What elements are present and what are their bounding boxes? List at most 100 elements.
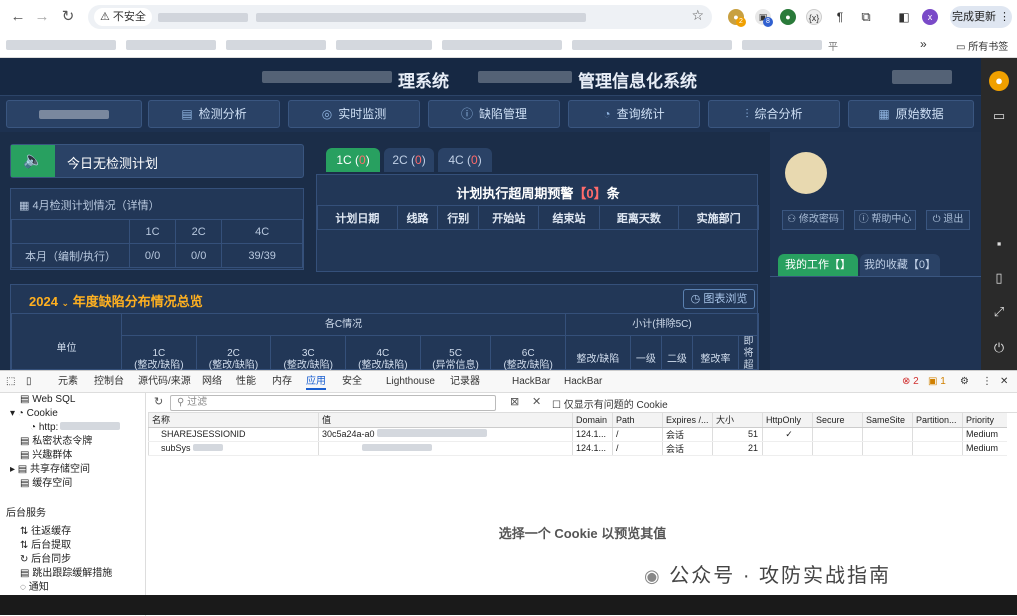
logout-button[interactable]: ⏻ 退出 [926, 210, 970, 230]
tab-hackbar[interactable]: HackBar [512, 374, 550, 390]
menu-label: 查询统计 [616, 107, 665, 121]
table-header[interactable]: Path [612, 413, 663, 428]
table-header[interactable]: Secure [812, 413, 863, 428]
menu-item-1[interactable]: ◎ 实时监测 [288, 100, 420, 128]
sidebar-item-bg-fetch[interactable]: ⇅ 后台提取 [20, 539, 71, 553]
security-chip[interactable]: ⚠ 不安全 [94, 8, 152, 26]
bookmark-item[interactable] [572, 40, 732, 50]
chat-icon[interactable]: ▪ [989, 234, 1009, 254]
clear-filtered-icon[interactable]: ⊠ [510, 395, 519, 408]
tab-lighthouse[interactable]: Lighthouse [386, 374, 435, 390]
year-selector[interactable]: 2024 ⌄ 年度缺陷分布情况总览 [29, 291, 203, 310]
pilcrow-icon[interactable]: ¶ [832, 9, 848, 25]
more-icon[interactable]: ⋮ [982, 374, 992, 390]
table-header[interactable]: HttpOnly [762, 413, 813, 428]
sidebar-item-bfcache[interactable]: ⇅ 往返缓存 [20, 525, 71, 539]
tab-memory[interactable]: 内存 [272, 374, 292, 390]
sidepanel-icon[interactable]: ◧ [896, 9, 912, 25]
tab-security[interactable]: 安全 [342, 374, 362, 390]
bookmark-item[interactable]: 平 [828, 38, 838, 53]
table-header[interactable]: SameSite [862, 413, 913, 428]
sidebar-item-cookie[interactable]: ▾ ◔ Cookie [10, 407, 58, 421]
tab-sources[interactable]: 源代码/来源 [138, 374, 191, 390]
tab-elements[interactable]: 元素 [58, 374, 78, 390]
sidebar-item-interest-groups[interactable]: ▤ 兴趣群体 [20, 449, 72, 463]
warning-count[interactable]: ▣ 1 [928, 374, 946, 390]
help-button[interactable]: ⓘ 帮助中心 [854, 210, 916, 230]
tab-my-work[interactable]: 我的工作【】 [778, 254, 858, 276]
tab-recorder[interactable]: 记录器 [450, 374, 480, 390]
sidebar-item-bounce-tracking[interactable]: ▤ 跳出跟踪缓解措施 [20, 567, 112, 581]
bookmark-item[interactable] [336, 40, 432, 50]
device-icon[interactable]: ▯ [26, 374, 32, 390]
table-row[interactable]: subSys 124.1... / 会话 21 Medium [148, 441, 1007, 456]
error-count[interactable]: ⊗ 2 [902, 374, 919, 390]
menu-item-3[interactable]: ◔ 查询统计 [568, 100, 700, 128]
bookmark-item[interactable] [226, 40, 326, 50]
extension-icon[interactable]: {x} [806, 9, 822, 25]
sidebar-item-notifications[interactable]: ◌ 通知 [20, 581, 49, 595]
bookmark-item[interactable] [442, 40, 562, 50]
tab-2c[interactable]: 2C (0) [384, 148, 434, 172]
gear-icon[interactable]: ⚙ [960, 374, 969, 390]
extension-icon[interactable]: ● [780, 9, 796, 25]
all-bookmarks[interactable]: ▭ 所有书签 [956, 38, 1008, 53]
menu-item-2[interactable]: ⓘ 缺陷管理 [428, 100, 560, 128]
table-header[interactable]: Priority [962, 413, 1007, 428]
chevron-more-icon[interactable]: » [920, 37, 927, 51]
only-issues-checkbox[interactable]: ☐ 仅显示有问题的 Cookie [552, 396, 668, 411]
mobile-icon[interactable]: ▯ [989, 268, 1009, 288]
update-button[interactable]: 完成更新 ⋮ [950, 6, 1012, 28]
sidebar-item-cookie-origin[interactable]: ◔ http: [30, 421, 121, 435]
tab-my-favorites[interactable]: 我的收藏【0】 [860, 254, 940, 276]
bookmark-item[interactable] [6, 40, 116, 50]
tab-console[interactable]: 控制台 [94, 374, 124, 390]
tab-application[interactable]: 应用 [306, 374, 326, 390]
tab-network[interactable]: 网络 [202, 374, 222, 390]
power-icon[interactable]: ⏻ [989, 338, 1009, 358]
tab-hackbar-2[interactable]: HackBar [564, 374, 602, 390]
tab-1c[interactable]: 1C (0) [326, 148, 380, 172]
tab-performance[interactable]: 性能 [236, 374, 256, 390]
avatar[interactable] [785, 152, 827, 194]
menu-item-5[interactable]: ▦ 原始数据 [848, 100, 974, 128]
bookmark-item[interactable] [742, 40, 822, 50]
star-icon[interactable]: ☆ [691, 7, 704, 24]
inspect-icon[interactable]: ⬚ [6, 374, 15, 390]
reload-icon[interactable]: ↻ [58, 7, 78, 27]
month-plan-heading[interactable]: ▦ 4月检测计划情况（详情） [19, 197, 160, 213]
delete-icon[interactable]: ✕ [532, 395, 541, 408]
back-icon[interactable]: ← [8, 7, 28, 27]
table-header[interactable]: 值 [318, 413, 573, 428]
expand-icon[interactable]: ⤢ [989, 302, 1009, 322]
chart-view-button[interactable]: ◷ 图表浏览 [683, 289, 755, 309]
close-icon[interactable]: ✕ [1000, 374, 1008, 390]
change-password-button[interactable]: ⚇ 修改密码 [782, 210, 844, 230]
puzzle-icon[interactable]: ⧉ [858, 9, 874, 25]
sidebar-item-cache-storage[interactable]: ▤ 缓存空间 [20, 477, 72, 491]
refresh-icon[interactable]: ↻ [154, 395, 163, 408]
today-plan-text: 今日无检测计划 [67, 156, 159, 171]
forward-icon[interactable]: → [32, 7, 52, 27]
menu-home[interactable] [6, 100, 142, 128]
table-header[interactable]: Domain [572, 413, 613, 428]
table-header[interactable]: 名称 [148, 413, 319, 428]
sidebar-item-bg-sync[interactable]: ↻ 后台同步 [20, 553, 71, 567]
filter-input[interactable]: ⚲ 过滤 [170, 395, 496, 411]
sidebar-item-shared-storage[interactable]: ▸ ▤ 共享存储空间 [10, 463, 90, 477]
sidebar-item-websql[interactable]: ▤ Web SQL [20, 393, 75, 407]
user-icon[interactable]: ● [989, 71, 1009, 91]
table-header[interactable]: 大小 [712, 413, 763, 428]
divider [770, 276, 981, 277]
menu-item-0[interactable]: ▤ 检测分析 [148, 100, 280, 128]
window-icon[interactable]: ▭ [989, 106, 1009, 126]
table-header[interactable]: Partition... [912, 413, 963, 428]
bookmark-item[interactable] [126, 40, 216, 50]
menu-item-4[interactable]: ⫶ 综合分析 [708, 100, 840, 128]
address-bar[interactable]: ⚠ 不安全 ☆ [88, 5, 712, 29]
table-header[interactable]: Expires /... [662, 413, 713, 428]
table-row[interactable]: SHAREJSESSIONID 30c5a24a-a0 124.1... / 会… [148, 427, 1007, 442]
tab-4c[interactable]: 4C (0) [438, 148, 492, 172]
sidebar-item-private-tokens[interactable]: ▤ 私密状态令牌 [20, 435, 92, 449]
profile-avatar[interactable]: x [922, 9, 938, 25]
